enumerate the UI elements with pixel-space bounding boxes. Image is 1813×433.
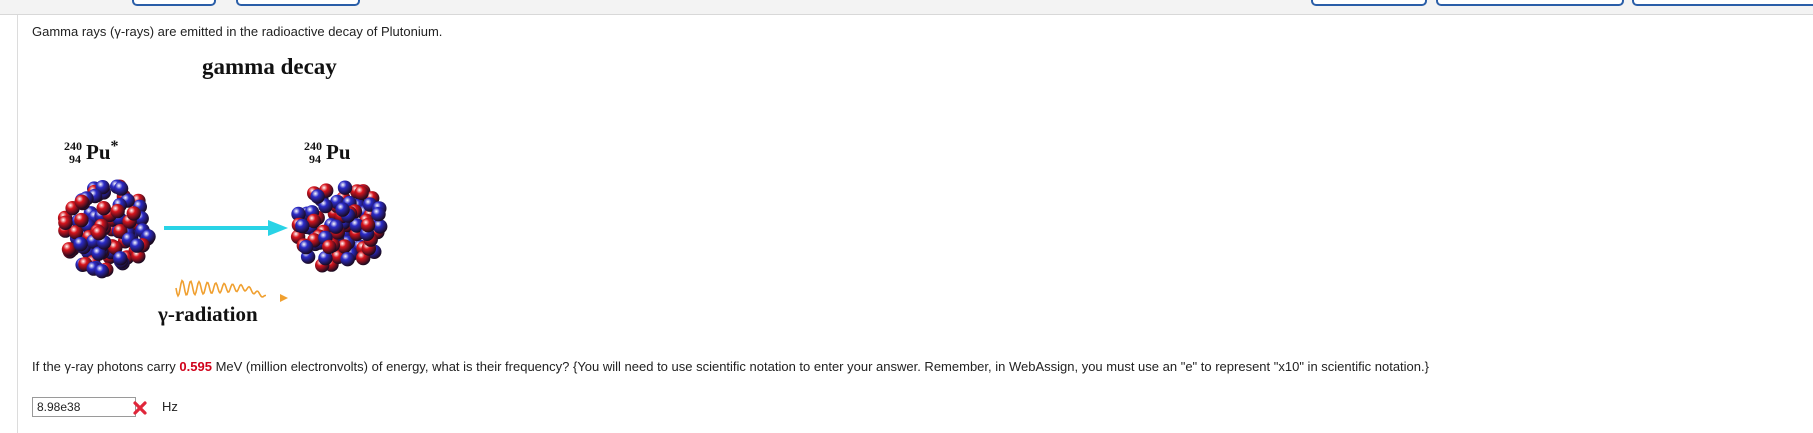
isotope-numbers: 240 94 (64, 139, 86, 166)
proton (91, 226, 107, 241)
neutron (340, 252, 355, 267)
element-symbol: Pu (326, 140, 351, 164)
neutron (129, 238, 145, 253)
neutron (310, 189, 325, 204)
toolbar-button[interactable] (236, 0, 360, 6)
toolbar-button[interactable] (1436, 0, 1624, 6)
neutron (371, 207, 386, 222)
energy-value: 0.595 (179, 359, 212, 374)
neutron (295, 218, 310, 234)
toolbar-button[interactable] (1311, 0, 1427, 6)
intro-text: Gamma rays (γ-rays) are emitted in the r… (32, 24, 443, 39)
parent-nuclide-label: 240 94 Pu* (64, 138, 119, 166)
daughter-nuclide-label: 240 94 Pu (304, 139, 351, 166)
question-text: If the γ-ray photons carry 0.595 MeV (mi… (32, 359, 1429, 374)
neutron (113, 181, 129, 196)
neutron (337, 180, 353, 195)
proton (322, 239, 337, 255)
answer-unit: Hz (162, 399, 178, 414)
x-icon (133, 401, 147, 415)
atomic-number: 94 (309, 152, 321, 166)
neutron (373, 219, 388, 234)
frequency-answer-input[interactable] (32, 397, 136, 417)
isotope-numbers: 240 94 (304, 139, 326, 166)
gamma-decay-figure: gamma decay 240 94 Pu* 240 94 Pu γ-radia… (42, 48, 442, 348)
figure-title: gamma decay (202, 54, 337, 79)
toolbar-button[interactable] (132, 0, 216, 6)
left-margin-rule (17, 15, 18, 433)
element-symbol: Pu (86, 140, 111, 164)
proton (96, 201, 111, 216)
neutron (328, 219, 344, 234)
gamma-radiation-label: γ-radiation (158, 302, 258, 326)
proton (74, 194, 89, 209)
neutron (335, 202, 350, 217)
question-text-end: MeV (million electronvolts) of energy, w… (211, 359, 1429, 374)
proton (110, 204, 125, 219)
excited-nucleus-image (57, 179, 156, 279)
excited-state-marker: * (110, 138, 119, 155)
question-text-start: If the γ-ray photons carry (32, 359, 180, 374)
question-content: Gamma rays (γ-rays) are emitted in the r… (32, 16, 1813, 433)
ground-state-nucleus-image (290, 180, 388, 273)
toolbar-button[interactable] (1632, 0, 1813, 6)
proton (58, 215, 73, 230)
atomic-number: 94 (69, 152, 81, 166)
neutron (113, 251, 128, 266)
decay-arrow-icon (164, 220, 288, 236)
neutron (94, 264, 110, 279)
proton (360, 218, 376, 233)
top-toolbar (0, 0, 1813, 15)
proton (354, 185, 369, 200)
neutron (73, 236, 88, 252)
proton (74, 212, 89, 228)
proton (126, 206, 141, 221)
neutron (298, 240, 314, 255)
